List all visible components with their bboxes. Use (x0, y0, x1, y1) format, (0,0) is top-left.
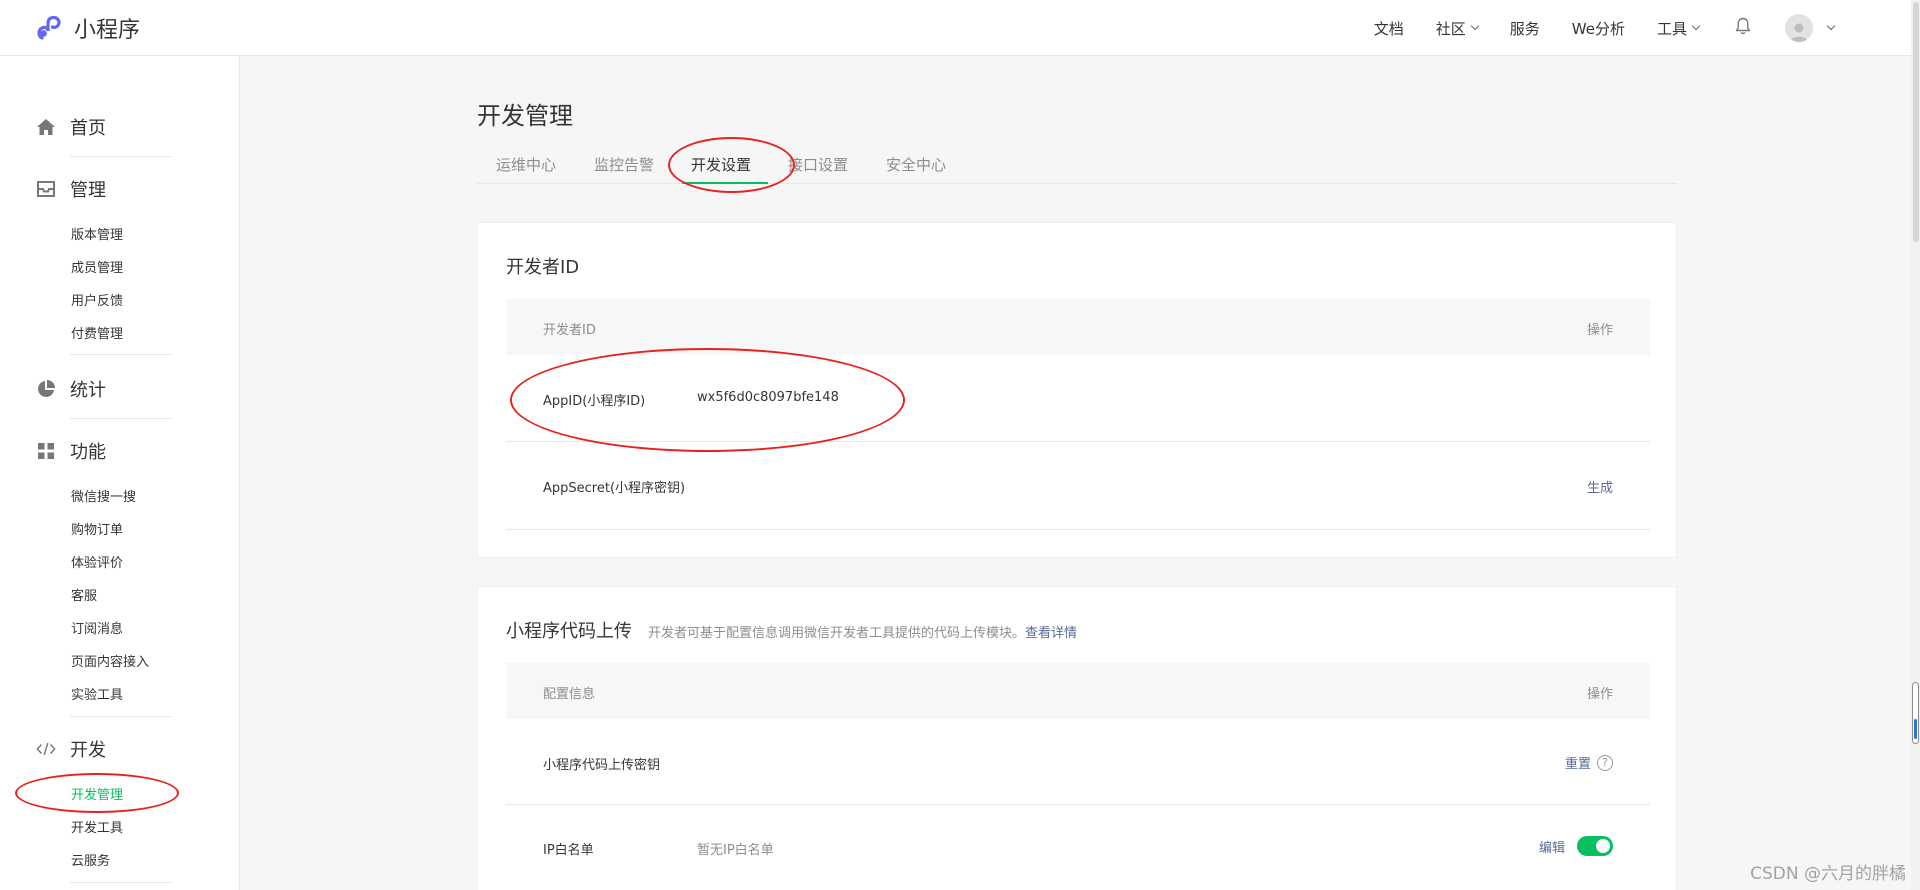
ip-whitelist-toggle[interactable] (1577, 836, 1613, 856)
sidebar-item-features[interactable]: 功能 (36, 438, 106, 464)
tab-api-settings[interactable]: 接口设置 (788, 154, 848, 175)
sidebar-item-stats[interactable]: 统计 (36, 376, 106, 402)
column-header: 配置信息 (543, 687, 596, 702)
divider (70, 156, 172, 157)
code-upload-card: 小程序代码上传 开发者可基于配置信息调用微信开发者工具提供的代码上传模块。查看详… (477, 586, 1677, 890)
pie-chart-icon (36, 379, 56, 399)
sidebar-item-customer-service[interactable]: 客服 (71, 585, 97, 604)
sidebar-item-home[interactable]: 首页 (36, 114, 106, 140)
card-title: 开发者ID (506, 257, 580, 278)
sidebar-item-dev[interactable]: 开发 (36, 736, 106, 762)
home-icon (36, 117, 56, 137)
column-header: 开发者ID (543, 323, 596, 338)
nav-tools[interactable]: 工具 (1657, 18, 1701, 39)
code-icon (36, 739, 56, 759)
upload-key-label: 小程序代码上传密钥 (543, 758, 661, 773)
table-header: 配置信息 操作 (506, 663, 1650, 719)
column-header: 操作 (1586, 687, 1613, 702)
view-details-link[interactable]: 查看详情 (1025, 626, 1077, 641)
sidebar-item-shopping-orders[interactable]: 购物订单 (71, 519, 123, 538)
table-row: IP白名单 暂无IP白名单 编辑 (506, 805, 1650, 890)
app-title: 小程序 (74, 18, 141, 43)
ip-whitelist-value: 暂无IP白名单 (697, 843, 774, 858)
scrollbar-thumb[interactable] (1913, 2, 1919, 242)
nav-community[interactable]: 社区 (1436, 18, 1480, 39)
tab-bar: 运维中心 监控告警 开发设置 接口设置 安全中心 (477, 148, 1677, 184)
sidebar-item-subscription-messages[interactable]: 订阅消息 (71, 618, 123, 637)
bell-icon[interactable] (1735, 17, 1751, 39)
card-title-row: 小程序代码上传 开发者可基于配置信息调用微信开发者工具提供的代码上传模块。查看详… (506, 617, 1077, 643)
divider (70, 418, 172, 419)
nav-we-analytics[interactable]: We分析 (1572, 18, 1625, 39)
reset-link[interactable]: 重置 (1565, 753, 1591, 772)
sidebar-item-version-manage[interactable]: 版本管理 (71, 224, 123, 243)
sidebar-item-experience-review[interactable]: 体验评价 (71, 552, 123, 571)
nav-services[interactable]: 服务 (1510, 18, 1540, 39)
sidebar-item-dev-tools[interactable]: 开发工具 (71, 817, 123, 836)
table-row: AppSecret(小程序密钥) 生成 (506, 442, 1650, 530)
annotation-circle-sidebar (15, 773, 179, 813)
annotation-circle-tab (668, 137, 795, 193)
user-menu[interactable] (1785, 14, 1836, 42)
top-nav: 文档 社区 服务 We分析 工具 (1342, 0, 1836, 56)
sidebar-item-cloud-service[interactable]: 云服务 (71, 850, 110, 869)
edit-link[interactable]: 编辑 (1539, 837, 1565, 856)
tab-monitoring-alerts[interactable]: 监控告警 (594, 154, 654, 175)
chevron-down-icon (1470, 21, 1480, 31)
inbox-icon (36, 179, 56, 199)
watermark: CSDN @六月的胖橘 (1750, 864, 1906, 884)
sidebar-item-member-manage[interactable]: 成员管理 (71, 257, 123, 276)
nav-docs[interactable]: 文档 (1374, 18, 1404, 39)
appsecret-label: AppSecret(小程序密钥) (543, 481, 686, 496)
generate-link[interactable]: 生成 (1587, 477, 1613, 496)
page-title: 开发管理 (477, 102, 573, 130)
divider (70, 716, 172, 717)
sidebar-item-wechat-search[interactable]: 微信搜一搜 (71, 486, 136, 505)
card-description: 开发者可基于配置信息调用微信开发者工具提供的代码上传模块。查看详情 (648, 626, 1078, 641)
top-bar: 小程序 文档 社区 服务 We分析 工具 (0, 0, 1920, 56)
sidebar: 首页 管理 版本管理 成员管理 用户反馈 付费管理 统计 功能 微信搜一搜 购物… (0, 56, 240, 890)
sidebar-item-manage[interactable]: 管理 (36, 176, 106, 202)
edit-action: 编辑 (1539, 836, 1613, 856)
sidebar-item-page-content[interactable]: 页面内容接入 (71, 651, 149, 670)
scroll-indicator[interactable] (1912, 682, 1919, 744)
divider (70, 882, 172, 883)
table-row: 小程序代码上传密钥 重置 ? (506, 719, 1650, 805)
sidebar-item-user-feedback[interactable]: 用户反馈 (71, 290, 123, 309)
scrollbar[interactable] (1911, 0, 1920, 890)
sidebar-item-experiment-tools[interactable]: 实验工具 (71, 684, 123, 703)
grid-icon (36, 441, 56, 461)
sidebar-item-payment-manage[interactable]: 付费管理 (71, 323, 123, 342)
tab-security-center[interactable]: 安全中心 (886, 154, 946, 175)
tab-ops-center[interactable]: 运维中心 (496, 154, 556, 175)
chevron-down-icon (1826, 21, 1836, 31)
column-header: 操作 (1586, 323, 1613, 338)
table-header: 开发者ID 操作 (506, 299, 1650, 355)
ip-whitelist-label: IP白名单 (543, 843, 594, 858)
chevron-down-icon (1691, 21, 1701, 31)
annotation-circle-appid (510, 348, 905, 452)
mini-program-logo-icon (37, 15, 61, 40)
card-title: 小程序代码上传 (506, 621, 632, 642)
divider (70, 354, 172, 355)
reset-action: 重置 ? (1565, 753, 1613, 772)
avatar-icon (1785, 14, 1813, 42)
help-icon[interactable]: ? (1597, 754, 1613, 771)
logo[interactable]: 小程序 (36, 12, 140, 44)
